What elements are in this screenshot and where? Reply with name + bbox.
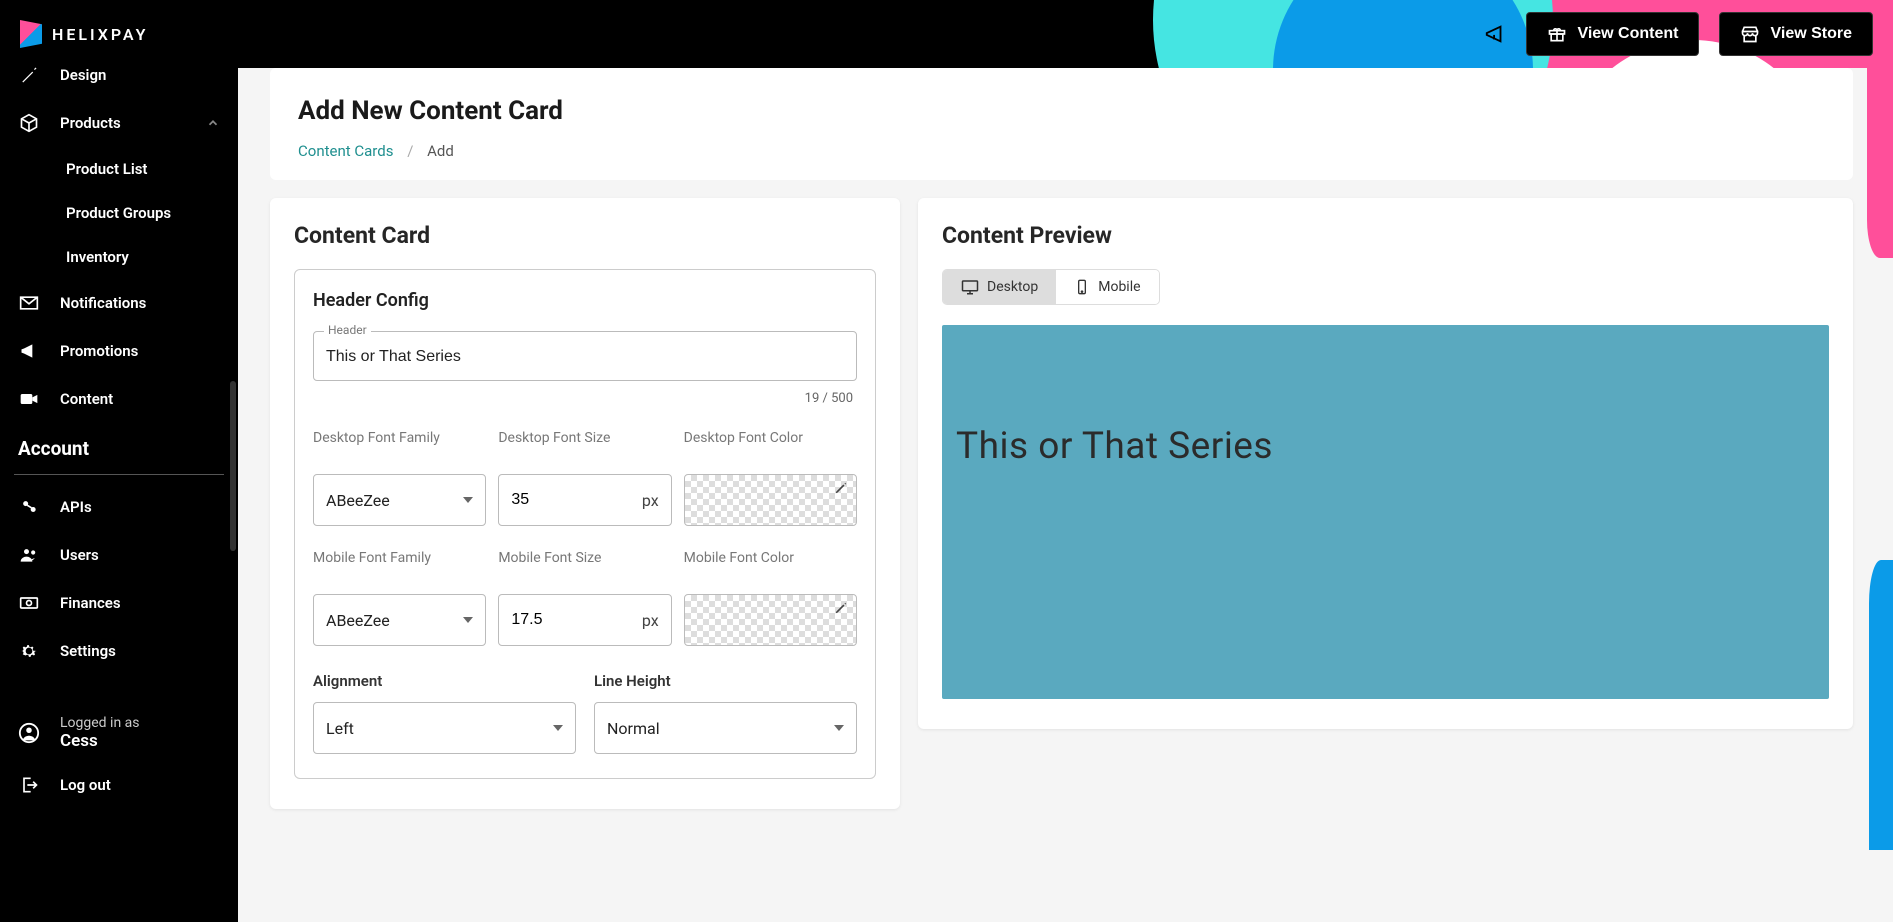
money-icon — [18, 592, 40, 614]
announcements-icon[interactable] — [1484, 23, 1506, 45]
chevron-down-icon — [463, 617, 473, 623]
chevron-down-icon — [834, 725, 844, 731]
chevron-down-icon — [463, 497, 473, 503]
sidebar-item-promotions[interactable]: Promotions — [0, 327, 238, 375]
preview-canvas: This or That Series — [942, 325, 1829, 699]
brand-name: HELIXPAY — [52, 25, 148, 44]
desktop-font-size-label: Desktop Font Size — [498, 430, 671, 466]
view-content-button[interactable]: View Content — [1526, 12, 1699, 56]
sidebar-item-logout[interactable]: Log out — [0, 761, 238, 809]
sidebar-section-account: Account — [0, 423, 238, 470]
sidebar-item-inventory[interactable]: Inventory — [0, 235, 238, 279]
header-input[interactable] — [326, 348, 844, 366]
logo-mark-icon — [20, 20, 42, 48]
gift-icon — [1547, 24, 1567, 44]
preview-header-text: This or That Series — [956, 425, 1815, 468]
preview-title: Content Preview — [942, 222, 1829, 249]
sidebar-item-design[interactable]: Design — [0, 51, 238, 99]
mobile-font-color-picker[interactable] — [684, 594, 857, 646]
gear-icon — [18, 640, 40, 662]
char-count: 19 / 500 — [313, 391, 857, 406]
logout-icon — [18, 774, 40, 796]
header-config-box: Header Config Header 19 / 500 Desktop Fo… — [294, 269, 876, 779]
preview-device-toggle: Desktop Mobile — [942, 269, 1160, 305]
brand-logo[interactable]: HELIXPAY — [20, 20, 148, 48]
breadcrumb-current: Add — [427, 142, 454, 160]
pencil-icon — [834, 601, 848, 615]
desktop-font-color-label: Desktop Font Color — [684, 430, 857, 466]
mobile-font-family-select[interactable]: ABeeZee — [313, 594, 486, 646]
main-content: Add New Content Card Content Cards / Add… — [238, 68, 1893, 922]
mobile-font-color-label: Mobile Font Color — [684, 550, 857, 586]
preview-desktop-tab[interactable]: Desktop — [943, 270, 1056, 304]
sidebar-item-apis[interactable]: APIs — [0, 483, 238, 531]
breadcrumb-parent[interactable]: Content Cards — [298, 142, 393, 160]
desktop-font-family-label: Desktop Font Family — [313, 430, 486, 466]
sidebar-item-notifications[interactable]: Notifications — [0, 279, 238, 327]
sidebar-item-products[interactable]: Products — [0, 99, 238, 147]
header-field[interactable]: Header — [313, 331, 857, 381]
breadcrumb-separator: / — [407, 142, 413, 160]
top-header: HELIXPAY View Content View Store — [0, 0, 1893, 68]
sidebar-scrollbar[interactable] — [230, 381, 236, 551]
sidebar-item-content[interactable]: Content — [0, 375, 238, 423]
page-title: Add New Content Card — [298, 96, 1825, 126]
sidebar-item-users[interactable]: Users — [0, 531, 238, 579]
desktop-font-color-picker[interactable] — [684, 474, 857, 526]
api-icon — [18, 496, 40, 518]
megaphone-icon — [18, 340, 40, 362]
breadcrumb: Content Cards / Add — [298, 142, 1825, 160]
logged-in-info: Logged in as Cess — [0, 705, 238, 761]
video-icon — [18, 388, 40, 410]
preview-mobile-tab[interactable]: Mobile — [1056, 270, 1158, 304]
chevron-up-icon — [206, 116, 220, 130]
content-card-panel: Content Card Header Config Header 19 / 5… — [270, 198, 900, 809]
user-circle-icon — [18, 722, 40, 744]
mobile-icon — [1074, 279, 1090, 295]
store-icon — [1740, 24, 1760, 44]
divider — [14, 474, 224, 475]
page-header-card: Add New Content Card Content Cards / Add — [270, 68, 1853, 180]
sidebar: Design Products Product List Product Gro… — [0, 51, 238, 922]
header-actions: View Content View Store — [1484, 12, 1873, 56]
mobile-font-size-input[interactable]: px — [498, 594, 671, 646]
view-store-button[interactable]: View Store — [1719, 12, 1873, 56]
content-preview-panel: Content Preview Desktop Mobile This or T… — [918, 198, 1853, 729]
brush-icon — [18, 64, 40, 86]
mail-icon — [18, 292, 40, 314]
desktop-font-family-select[interactable]: ABeeZee — [313, 474, 486, 526]
chevron-down-icon — [553, 725, 563, 731]
desktop-icon — [961, 278, 979, 296]
mobile-font-size-label: Mobile Font Size — [498, 550, 671, 586]
sidebar-item-product-list[interactable]: Product List — [0, 147, 238, 191]
line-height-select[interactable]: Normal — [594, 702, 857, 754]
sidebar-item-settings[interactable]: Settings — [0, 627, 238, 675]
panel-title: Content Card — [294, 222, 876, 249]
sidebar-item-product-groups[interactable]: Product Groups — [0, 191, 238, 235]
line-height-label: Line Height — [594, 672, 857, 690]
sidebar-item-finances[interactable]: Finances — [0, 579, 238, 627]
cube-icon — [18, 112, 40, 134]
config-section-title: Header Config — [313, 290, 857, 311]
alignment-label: Alignment — [313, 672, 576, 690]
alignment-select[interactable]: Left — [313, 702, 576, 754]
mobile-font-family-label: Mobile Font Family — [313, 550, 486, 586]
desktop-font-size-input[interactable]: px — [498, 474, 671, 526]
users-icon — [18, 544, 40, 566]
header-label: Header — [324, 323, 371, 337]
pencil-icon — [834, 481, 848, 495]
